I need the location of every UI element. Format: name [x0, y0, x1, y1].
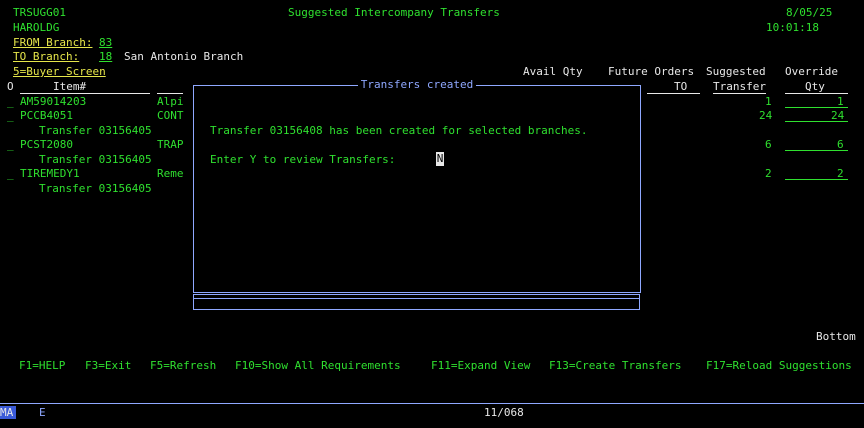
status-mode: E — [39, 406, 46, 419]
row-option-input[interactable]: _ — [7, 138, 14, 152]
col-future-to: TO — [674, 80, 688, 93]
fkey-help[interactable]: F1=HELP — [19, 359, 65, 373]
dialog-side-border — [639, 294, 640, 310]
row-item: PCST2080 — [20, 138, 73, 151]
col-override-qty: Qty — [805, 80, 825, 93]
row-option-input[interactable]: _ — [7, 95, 14, 109]
user-id: HAROLDG — [13, 21, 60, 34]
row-suggested: 1 — [765, 95, 772, 108]
dialog-bottom-border — [193, 309, 640, 310]
fkey-create-transfers[interactable]: F13=Create Transfers — [549, 359, 681, 373]
row-item: TIREMEDY1 — [20, 167, 80, 180]
col-item-underline — [20, 93, 150, 94]
screen-title: Suggested Intercompany Transfers — [288, 6, 500, 19]
row-desc: Alpi — [157, 95, 184, 108]
col-override-underline — [785, 93, 848, 94]
buyer-screen-option: 5=Buyer Screen — [13, 65, 106, 78]
to-branch-input[interactable]: 18 — [99, 50, 112, 64]
date: 8/05/25 — [786, 6, 833, 19]
row-suggested: 6 — [765, 138, 772, 151]
row-override-underline — [785, 121, 848, 122]
status-indicator: MA — [0, 406, 16, 419]
row-suggested: 2 — [765, 167, 772, 180]
dialog-prompt: Enter Y to review Transfers: — [210, 153, 396, 166]
col-future-to-underline — [647, 93, 700, 94]
row-override-underline — [785, 107, 848, 108]
from-branch-label: FROM Branch: — [13, 36, 93, 49]
col-future-orders: Future Orders — [608, 65, 695, 78]
fkey-show-all-requirements[interactable]: F10=Show All Requirements — [235, 359, 401, 373]
dialog-bottom-border — [193, 294, 640, 295]
col-override: Override — [785, 65, 838, 78]
time: 10:01:18 — [766, 21, 819, 34]
col-item: Item# — [53, 80, 87, 93]
row-option-input[interactable]: _ — [7, 167, 14, 181]
review-input-underline — [436, 165, 444, 166]
to-branch-label: TO Branch: — [13, 50, 80, 63]
row-transfer-ref: Transfer 03156405 — [39, 153, 152, 166]
to-branch-name: San Antonio Branch — [124, 50, 244, 63]
fkey-exit[interactable]: F3=Exit — [85, 359, 131, 373]
dialog-message: Transfer 03156408 has been created for s… — [210, 124, 588, 137]
row-transfer-ref: Transfer 03156405 — [39, 182, 152, 195]
row-suggested: 24 — [759, 109, 773, 122]
row-item: AM59014203 — [20, 95, 87, 108]
row-override-underline — [785, 179, 848, 180]
row-desc: Reme — [157, 167, 184, 180]
row-desc: TRAP — [157, 138, 184, 151]
col-suggested: Suggested — [706, 65, 766, 78]
status-bar-divider — [0, 403, 864, 404]
program-name: TRSUGG01 — [13, 6, 66, 19]
review-transfers-input[interactable]: N — [436, 152, 444, 165]
bottom-indicator: Bottom — [816, 330, 856, 343]
fkey-expand-view[interactable]: F11=Expand View — [431, 359, 530, 373]
col-avail-qty: Avail Qty — [523, 65, 583, 78]
col-desc-underline — [157, 93, 183, 94]
row-item: PCCB4051 — [20, 109, 73, 122]
row-override-underline — [785, 150, 848, 151]
fkey-refresh[interactable]: F5=Refresh — [150, 359, 216, 373]
row-option-input[interactable]: _ — [7, 109, 14, 123]
dialog-title: Transfers created — [194, 78, 640, 92]
transfers-created-dialog: Transfers created — [193, 78, 641, 293]
row-transfer-ref: Transfer 03156405 — [39, 124, 152, 137]
col-option: O — [7, 80, 14, 93]
dialog-bottom-border — [193, 298, 640, 299]
row-desc: CONT — [157, 109, 184, 122]
dialog-side-border — [193, 294, 194, 310]
from-branch-input[interactable]: 83 — [99, 36, 112, 50]
col-suggested-underline — [713, 93, 766, 94]
col-suggested-transfer: Transfer — [713, 80, 766, 93]
cursor-position: 11/068 — [484, 406, 524, 419]
fkey-reload-suggestions[interactable]: F17=Reload Suggestions — [706, 359, 852, 373]
